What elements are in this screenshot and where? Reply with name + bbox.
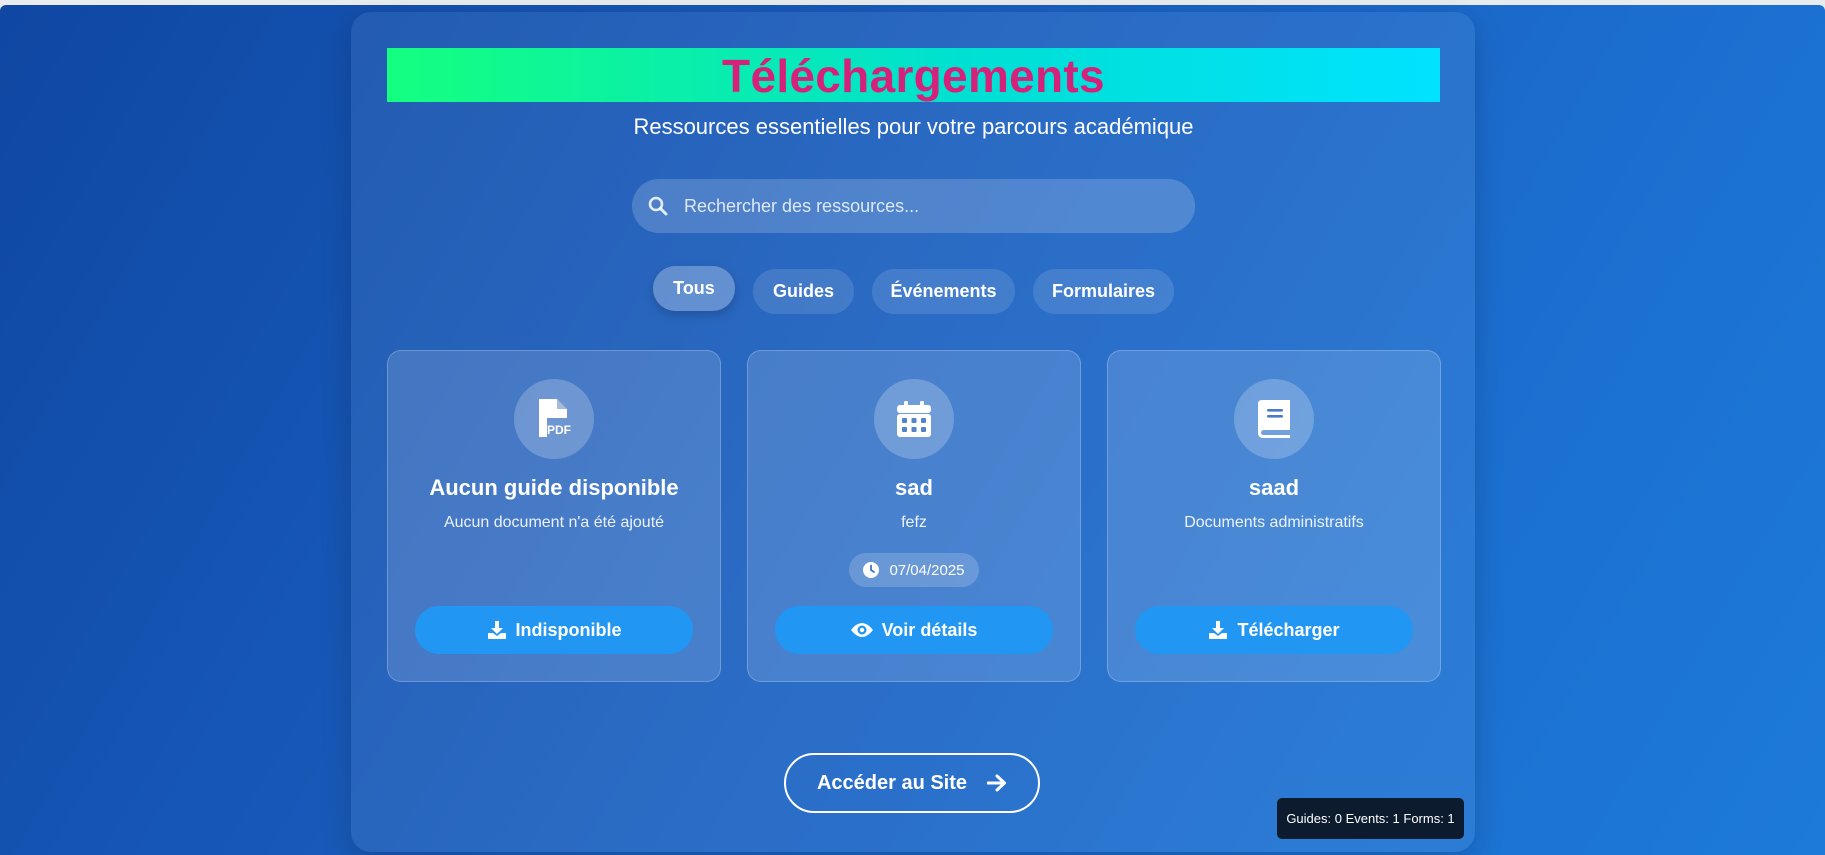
search-bar[interactable] <box>632 179 1195 233</box>
download-icon <box>487 621 506 639</box>
button-label: Télécharger <box>1237 619 1340 640</box>
search-input[interactable] <box>682 194 1156 218</box>
card-description: Documents administratifs <box>1184 514 1364 531</box>
button-label: Voir détails <box>881 619 978 640</box>
card-title: sad <box>895 475 933 500</box>
download-button[interactable]: Télécharger <box>1135 606 1413 654</box>
calendar-icon <box>897 401 931 437</box>
card-icon-badge <box>874 379 954 459</box>
button-label: Indisponible <box>515 619 622 640</box>
debug-counts-badge: Guides: 0 Events: 1 Forms: 1 <box>1277 798 1464 839</box>
filter-tab-evenements[interactable]: Événements <box>872 269 1015 314</box>
card-icon-badge <box>1234 379 1314 459</box>
card-icon-badge: PDF <box>514 379 594 459</box>
clock-icon <box>863 562 880 578</box>
access-site-button[interactable]: Accéder au Site <box>784 753 1040 813</box>
page-subtitle: Ressources essentielles pour votre parco… <box>633 114 1194 139</box>
view-details-button[interactable]: Voir détails <box>775 606 1053 654</box>
eye-icon <box>850 623 873 637</box>
svg-text:PDF: PDF <box>547 423 571 437</box>
file-pdf-icon: PDF <box>539 399 571 437</box>
card-title: saad <box>1248 475 1300 500</box>
arrow-right-icon <box>987 774 1007 792</box>
resource-card-event: sad fefz 07/04/2025 Voir détails <box>747 350 1081 682</box>
card-description: fefz <box>901 514 927 531</box>
filter-tab-guides[interactable]: Guides <box>753 269 854 314</box>
search-icon <box>648 196 668 216</box>
resource-card-guide: PDF Aucun guide disponible Aucun documen… <box>387 350 721 682</box>
card-description: Aucun document n'a été ajouté <box>443 514 665 531</box>
filter-tab-tous[interactable]: Tous <box>653 266 735 311</box>
filter-tab-formulaires[interactable]: Formulaires <box>1033 269 1174 314</box>
event-date: 07/04/2025 <box>889 561 965 579</box>
title-banner: Téléchargements <box>387 48 1440 102</box>
book-icon <box>1258 400 1290 438</box>
page-title: Téléchargements <box>722 50 1105 102</box>
card-title: Aucun guide disponible <box>429 475 679 500</box>
access-site-label: Accéder au Site <box>816 771 968 794</box>
download-icon <box>1209 621 1228 639</box>
date-badge: 07/04/2025 <box>849 553 979 587</box>
resource-card-form: saad Documents administratifs Télécharge… <box>1107 350 1441 682</box>
unavailable-button[interactable]: Indisponible <box>415 606 693 654</box>
